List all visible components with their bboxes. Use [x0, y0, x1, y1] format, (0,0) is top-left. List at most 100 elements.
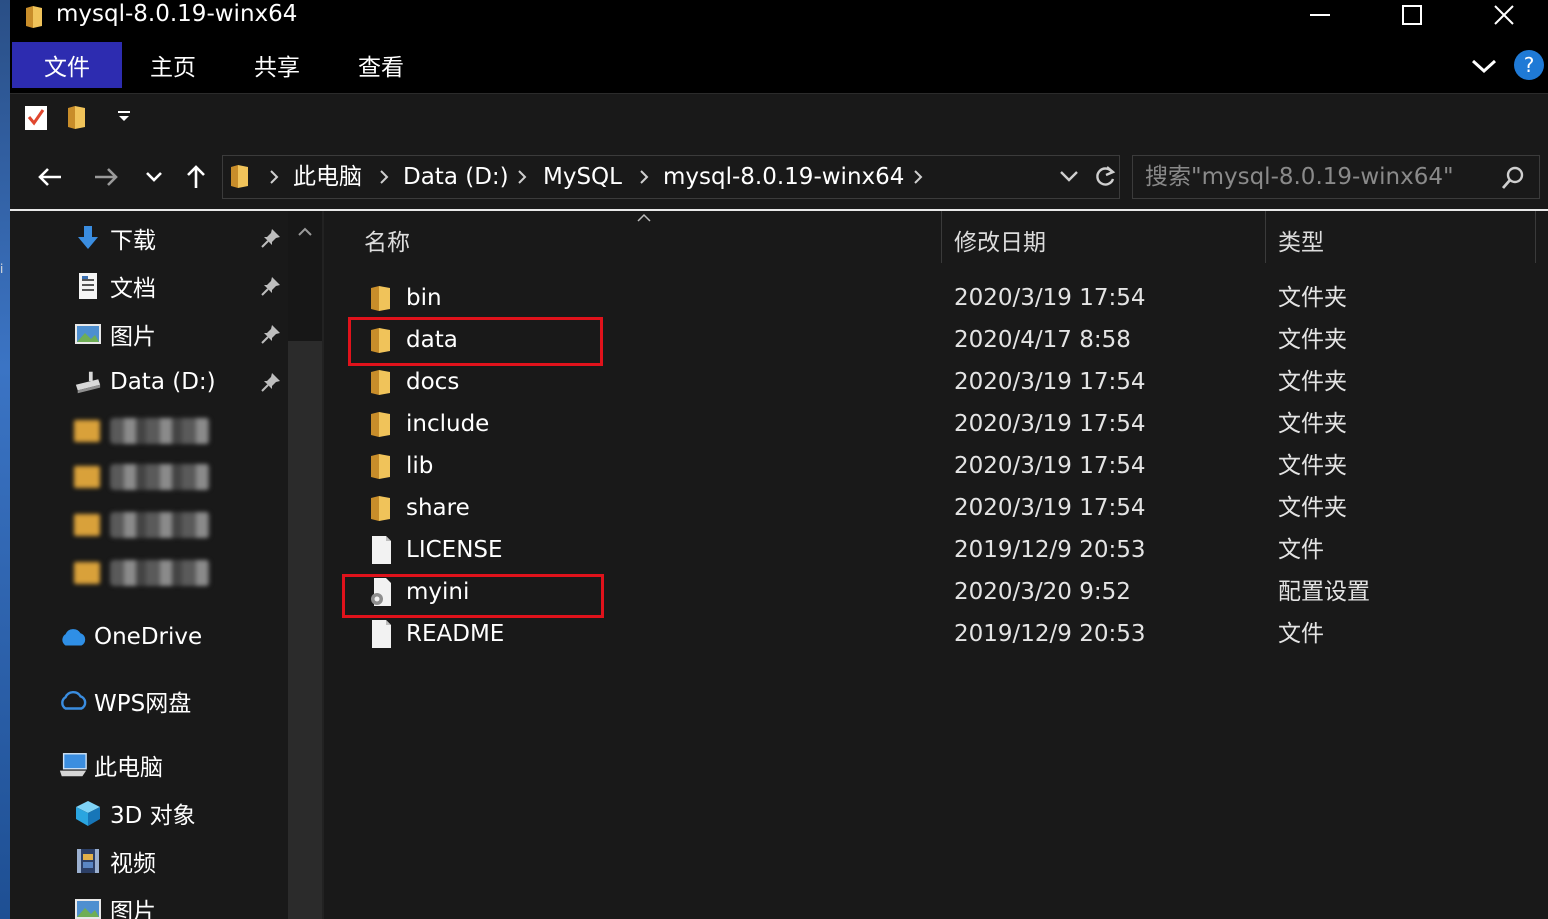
document-icon: [74, 272, 102, 300]
arrow-right-icon: [95, 168, 118, 186]
minimize-icon: [1310, 14, 1330, 16]
column-header-date[interactable]: 修改日期: [954, 223, 1046, 257]
tab-file[interactable]: 文件: [12, 42, 122, 88]
up-button[interactable]: [180, 161, 212, 193]
nav-item-pictures-pc[interactable]: 图片: [74, 889, 156, 919]
file-row[interactable]: lib 2020/3/19 17:54 文件夹: [324, 445, 1548, 487]
pin-icon[interactable]: [260, 371, 282, 397]
tab-home[interactable]: 主页: [136, 42, 210, 88]
chevron-right-icon: [518, 170, 527, 184]
maximize-button[interactable]: [1366, 0, 1458, 30]
file-type: 文件夹: [1278, 495, 1347, 521]
address-bar[interactable]: 此电脑 Data (D:) MySQL mysql-8.0.19-winx64: [222, 155, 1120, 199]
tab-share[interactable]: 共享: [240, 42, 314, 88]
pin-icon[interactable]: [260, 227, 282, 253]
file-modified-date: 2020/3/19 17:54: [954, 285, 1146, 311]
folder-icon: [368, 451, 394, 481]
search-box[interactable]: 搜索"mysql-8.0.19-winx64": [1132, 155, 1540, 199]
nav-item-onedrive[interactable]: OneDrive: [58, 617, 202, 657]
column-divider[interactable]: [1535, 211, 1536, 263]
recent-locations-button[interactable]: [138, 161, 170, 193]
breadcrumb-current-folder[interactable]: mysql-8.0.19-winx64: [663, 162, 904, 192]
nav-item-label: 下载: [110, 228, 156, 254]
help-button[interactable]: ?: [1514, 50, 1544, 80]
properties-icon[interactable]: [24, 103, 48, 135]
ribbon-expand-button[interactable]: [1468, 52, 1500, 80]
column-divider[interactable]: [1265, 211, 1266, 263]
address-history-button[interactable]: [1059, 168, 1079, 188]
pin-icon[interactable]: [260, 275, 282, 301]
redacted-nav-item[interactable]: [74, 416, 214, 446]
file-modified-date: 2020/3/19 17:54: [954, 495, 1146, 521]
file-type: 文件夹: [1278, 369, 1347, 395]
file-row[interactable]: include 2020/3/19 17:54 文件夹: [324, 403, 1548, 445]
refresh-button[interactable]: [1093, 164, 1117, 194]
column-header-type[interactable]: 类型: [1278, 223, 1324, 257]
new-folder-icon[interactable]: [66, 103, 88, 135]
file-name: include: [406, 411, 490, 437]
arrow-left-icon: [38, 168, 61, 186]
file-name: README: [406, 621, 505, 647]
nav-item-3d-objects[interactable]: 3D 对象: [74, 793, 196, 833]
desktop-edge: i: [0, 0, 10, 919]
scrollbar-thumb[interactable]: [288, 341, 322, 919]
breadcrumb-this-pc[interactable]: 此电脑: [293, 162, 362, 192]
file-name: bin: [406, 285, 442, 311]
nav-item-pictures[interactable]: 图片: [74, 314, 156, 354]
nav-item-documents[interactable]: 文档: [74, 266, 156, 306]
column-divider[interactable]: [941, 211, 942, 263]
file-row[interactable]: share 2020/3/19 17:54 文件夹: [324, 487, 1548, 529]
nav-item-label: OneDrive: [94, 624, 203, 650]
cloud-icon: [58, 623, 88, 651]
file-type: 配置设置: [1278, 579, 1370, 605]
folder-icon: [368, 409, 394, 439]
wps-cloud-icon: [58, 687, 88, 715]
file-name: docs: [406, 369, 460, 395]
chevron-up-icon[interactable]: [297, 225, 313, 237]
file-row[interactable]: bin 2020/3/19 17:54 文件夹: [324, 277, 1548, 319]
file-modified-date: 2020/3/20 9:52: [954, 579, 1131, 605]
pin-icon[interactable]: [260, 323, 282, 349]
chevron-right-icon: [380, 170, 389, 184]
file-type: 文件夹: [1278, 285, 1347, 311]
maximize-icon: [1402, 5, 1422, 25]
nav-item-data-drive[interactable]: Data (D:): [74, 362, 216, 402]
nav-item-label: 图片: [110, 899, 156, 919]
customize-toolbar-icon[interactable]: [116, 109, 132, 128]
picture-icon: [74, 895, 102, 919]
forward-button[interactable]: [90, 161, 122, 193]
file-name: LICENSE: [406, 537, 503, 563]
file-row[interactable]: LICENSE 2019/12/9 20:53 文件: [324, 529, 1548, 571]
search-input[interactable]: 搜索"mysql-8.0.19-winx64": [1145, 163, 1454, 191]
breadcrumb-data-drive[interactable]: Data (D:): [403, 162, 509, 192]
file-row[interactable]: docs 2020/3/19 17:54 文件夹: [324, 361, 1548, 403]
back-button[interactable]: [34, 161, 66, 193]
nav-item-wps-drive[interactable]: WPS网盘: [58, 681, 191, 721]
file-modified-date: 2020/4/17 8:58: [954, 327, 1131, 353]
breadcrumb-mysql[interactable]: MySQL: [543, 162, 622, 192]
nav-item-videos[interactable]: 视频: [74, 841, 156, 881]
address-row: 此电脑 Data (D:) MySQL mysql-8.0.19-winx64 …: [10, 145, 1548, 209]
nav-item-label: 图片: [110, 324, 156, 350]
picture-icon: [74, 320, 102, 348]
nav-item-downloads[interactable]: 下载: [74, 218, 156, 258]
arrow-up-icon: [187, 165, 205, 188]
close-button[interactable]: [1458, 0, 1548, 30]
refresh-icon: [1096, 166, 1116, 186]
nav-item-this-pc[interactable]: 此电脑: [58, 745, 163, 785]
file-modified-date: 2019/12/9 20:53: [954, 537, 1146, 563]
redacted-nav-item[interactable]: [74, 510, 214, 540]
file-type: 文件夹: [1278, 411, 1347, 437]
redacted-nav-item[interactable]: [74, 462, 214, 492]
chevron-down-icon: [1471, 59, 1497, 74]
column-header-name[interactable]: 名称: [364, 223, 410, 257]
ribbon-tabs: 文件 主页 共享 查看 ?: [10, 42, 1548, 94]
title-bar: mysql-8.0.19-winx64: [10, 0, 1548, 42]
file-row[interactable]: README 2019/12/9 20:53 文件: [324, 613, 1548, 655]
tab-view[interactable]: 查看: [344, 42, 418, 88]
nav-scrollbar[interactable]: [288, 211, 322, 919]
folder-icon: [229, 162, 251, 194]
redacted-nav-item[interactable]: [74, 558, 214, 588]
minimize-button[interactable]: [1274, 0, 1366, 30]
folder-icon: [368, 367, 394, 397]
